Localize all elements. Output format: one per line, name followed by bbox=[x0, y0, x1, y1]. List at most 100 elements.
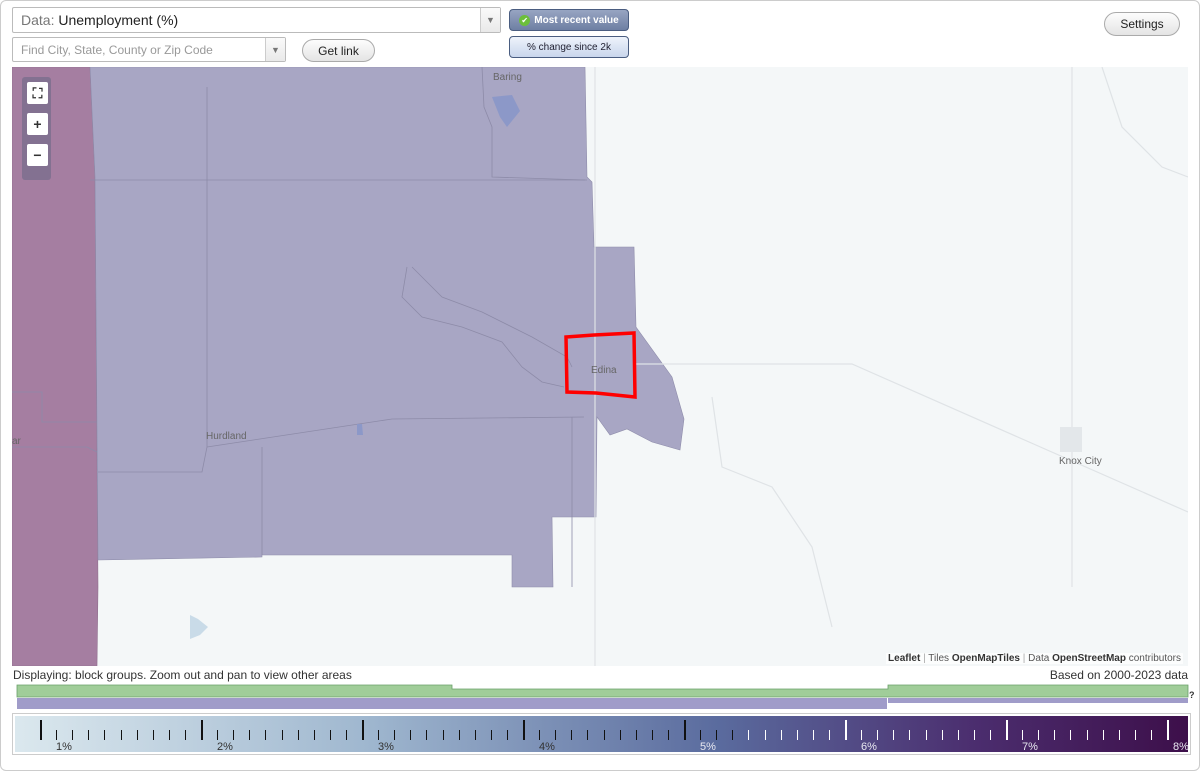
legend-minor-tick bbox=[265, 730, 267, 740]
place-label: Hurdland bbox=[206, 431, 247, 442]
road-line bbox=[634, 363, 1188, 513]
legend-minor-tick bbox=[1150, 730, 1152, 740]
legend-minor-tick bbox=[716, 730, 718, 740]
legend-minor-tick bbox=[1022, 730, 1024, 740]
map-canvas[interactable]: ⛶ + − Baring Edina Hurdland Knox City ar… bbox=[12, 67, 1188, 666]
legend-minor-tick bbox=[152, 730, 154, 740]
zoom-controls: ⛶ + − bbox=[22, 77, 51, 180]
legend-minor-tick bbox=[539, 730, 541, 740]
most-recent-toggle[interactable]: ✔ Most recent value bbox=[509, 9, 629, 31]
legend-minor-tick bbox=[973, 730, 975, 740]
checkmark-icon: ✔ bbox=[519, 14, 531, 26]
histogram-purple-bar bbox=[888, 698, 1188, 703]
lake-shape bbox=[1060, 427, 1082, 452]
legend-label: 3% bbox=[378, 741, 394, 753]
legend-minor-tick bbox=[120, 730, 122, 740]
legend-minor-tick bbox=[104, 730, 106, 740]
legend-minor-tick bbox=[764, 730, 766, 740]
map-attribution: Leaflet | Tiles OpenMapTiles | Data Open… bbox=[886, 653, 1183, 664]
zoom-out-button[interactable]: − bbox=[27, 144, 48, 166]
legend-minor-tick bbox=[635, 730, 637, 740]
legend-minor-tick bbox=[957, 730, 959, 740]
zoom-in-button[interactable]: + bbox=[27, 113, 48, 135]
get-link-button[interactable]: Get link bbox=[302, 39, 375, 62]
legend-minor-tick bbox=[555, 730, 557, 740]
legend-minor-tick bbox=[1102, 730, 1104, 740]
chevron-down-icon[interactable]: ▼ bbox=[480, 8, 500, 32]
histogram-purple-bar bbox=[17, 698, 887, 709]
chevron-down-icon[interactable]: ▼ bbox=[265, 38, 285, 61]
openmaptiles-link[interactable]: OpenMapTiles bbox=[952, 653, 1020, 664]
legend-minor-tick bbox=[587, 730, 589, 740]
fullscreen-icon[interactable]: ⛶ bbox=[27, 82, 48, 104]
legend-minor-tick bbox=[281, 730, 283, 740]
location-search[interactable]: ▼ bbox=[12, 37, 286, 62]
legend-label: 7% bbox=[1022, 741, 1038, 753]
legend-label: 2% bbox=[217, 741, 233, 753]
legend-minor-tick bbox=[796, 730, 798, 740]
most-recent-label: Most recent value bbox=[534, 14, 619, 26]
legend-minor-tick bbox=[297, 730, 299, 740]
color-legend[interactable]: 1% 2% 3% 4% 5% 6% 7% 8% bbox=[12, 713, 1191, 755]
legend-minor-tick bbox=[345, 730, 347, 740]
legend-major-tick bbox=[1167, 720, 1169, 740]
legend-major-tick bbox=[40, 720, 42, 740]
histogram-green-bar bbox=[16, 684, 1189, 698]
search-input[interactable] bbox=[13, 38, 267, 61]
legend-minor-tick bbox=[313, 730, 315, 740]
histogram-help-icon[interactable]: ? bbox=[1189, 690, 1195, 700]
legend-minor-tick bbox=[168, 730, 170, 740]
place-label: ar bbox=[12, 436, 21, 447]
legend-minor-tick bbox=[458, 730, 460, 740]
legend-label: 6% bbox=[861, 741, 877, 753]
legend-label: 1% bbox=[56, 741, 72, 753]
lake-shape bbox=[357, 424, 363, 435]
legend-minor-tick bbox=[378, 730, 380, 740]
legend-minor-tick bbox=[1118, 730, 1120, 740]
legend-minor-tick bbox=[925, 730, 927, 740]
data-select-value: Unemployment (%) bbox=[58, 12, 179, 28]
legend-label: 5% bbox=[700, 741, 716, 753]
place-label: Knox City bbox=[1059, 456, 1102, 467]
legend-minor-tick bbox=[217, 730, 219, 740]
legend-minor-tick bbox=[56, 730, 58, 740]
percent-change-toggle[interactable]: % change since 2k bbox=[509, 36, 629, 58]
legend-major-tick bbox=[362, 720, 364, 740]
legend-minor-tick bbox=[426, 730, 428, 740]
legend-minor-tick bbox=[136, 730, 138, 740]
legend-label: 4% bbox=[539, 741, 555, 753]
legend-minor-tick bbox=[909, 730, 911, 740]
legend-minor-tick bbox=[249, 730, 251, 740]
openstreetmap-link[interactable]: OpenStreetMap bbox=[1052, 653, 1126, 664]
legend-minor-tick bbox=[941, 730, 943, 740]
legend-minor-tick bbox=[571, 730, 573, 740]
legend-minor-tick bbox=[490, 730, 492, 740]
displaying-status: Displaying: block groups. Zoom out and p… bbox=[13, 668, 352, 682]
legend-minor-tick bbox=[700, 730, 702, 740]
legend-minor-tick bbox=[651, 730, 653, 740]
legend-minor-tick bbox=[474, 730, 476, 740]
legend-minor-tick bbox=[329, 730, 331, 740]
legend-minor-tick bbox=[88, 730, 90, 740]
data-select[interactable]: Data: Unemployment (%) ▼ bbox=[12, 7, 501, 33]
data-select-label: Data: Unemployment (%) bbox=[21, 12, 179, 28]
legend-minor-tick bbox=[893, 730, 895, 740]
settings-button[interactable]: Settings bbox=[1104, 12, 1180, 36]
legend-minor-tick bbox=[184, 730, 186, 740]
legend-minor-tick bbox=[828, 730, 830, 740]
legend-major-tick bbox=[1006, 720, 1008, 740]
legend-major-tick bbox=[523, 720, 525, 740]
legend-minor-tick bbox=[394, 730, 396, 740]
legend-minor-tick bbox=[667, 730, 669, 740]
legend-minor-tick bbox=[233, 730, 235, 740]
place-label: Edina bbox=[591, 365, 617, 376]
leaflet-link[interactable]: Leaflet bbox=[888, 653, 920, 664]
legend-minor-tick bbox=[72, 730, 74, 740]
legend-minor-tick bbox=[732, 730, 734, 740]
legend-major-tick bbox=[845, 720, 847, 740]
legend-minor-tick bbox=[1086, 730, 1088, 740]
road-line bbox=[1101, 67, 1188, 178]
data-range-status: Based on 2000-2023 data bbox=[1049, 668, 1188, 682]
legend-gradient bbox=[15, 716, 1188, 752]
legend-minor-tick bbox=[812, 730, 814, 740]
